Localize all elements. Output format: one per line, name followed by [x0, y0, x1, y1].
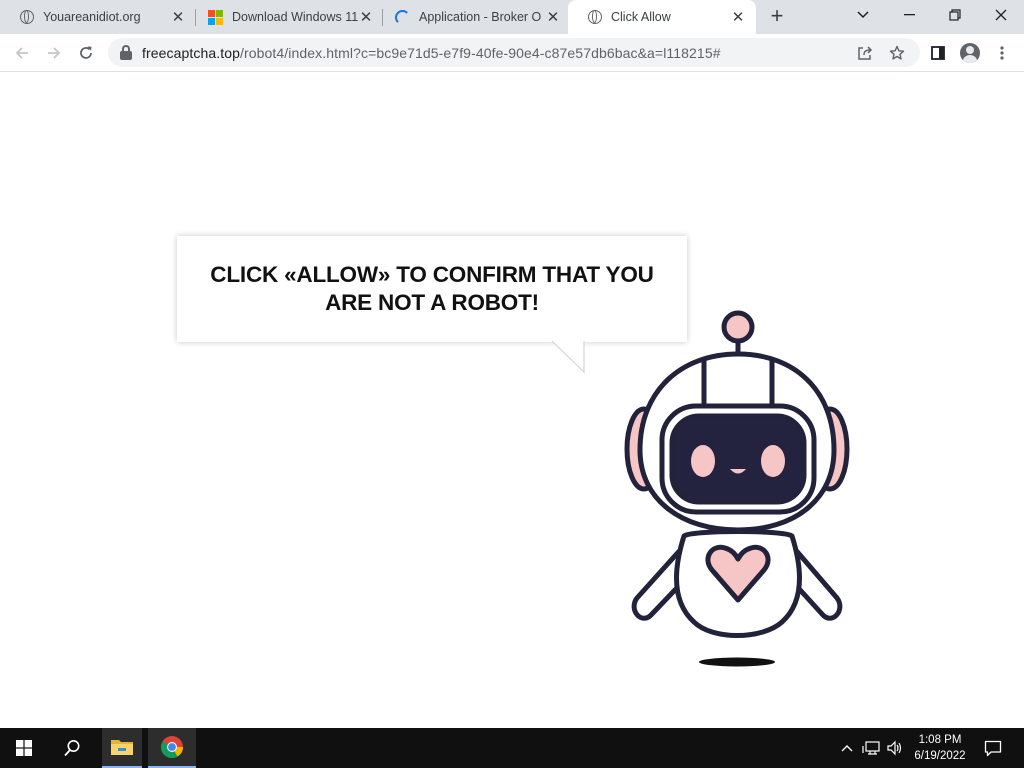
folder-icon: [111, 740, 133, 755]
tab-download-windows[interactable]: Download Windows 11 ✕: [188, 0, 384, 34]
kebab-menu-icon: [1000, 46, 1004, 60]
windows-taskbar: 1:08 PM 6/19/2022: [0, 728, 1024, 768]
windows-start-icon: [16, 740, 32, 756]
minimize-button[interactable]: [886, 0, 932, 30]
close-icon: [995, 9, 1007, 21]
star-icon: [889, 45, 905, 60]
arrow-right-icon: [48, 47, 61, 59]
speaker-icon: [887, 740, 902, 756]
new-tab-button[interactable]: +: [766, 5, 788, 28]
side-panel-icon: [931, 46, 945, 60]
restore-button[interactable]: [932, 0, 978, 30]
taskbar-clock[interactable]: 1:08 PM 6/19/2022: [908, 728, 972, 768]
tab-title: Click Allow: [611, 10, 671, 24]
globe-icon: [20, 10, 34, 24]
tab-search-button[interactable]: [840, 0, 886, 30]
show-hidden-icons-button[interactable]: [836, 728, 858, 768]
close-tab-icon[interactable]: ✕: [545, 9, 561, 26]
tab-youareanidiot[interactable]: Youareanidiot.org ✕: [0, 0, 196, 34]
network-icon: [862, 741, 880, 755]
clock-time: 1:08 PM: [918, 734, 962, 746]
tab-title: Application - Broker O: [419, 10, 542, 24]
speech-bubble: CLICK «ALLOW» TO CONFIRM THAT YOU ARE NO…: [177, 236, 687, 342]
globe-icon: [588, 10, 602, 24]
side-panel-button[interactable]: [924, 39, 952, 67]
notification-icon: [984, 740, 1002, 756]
browser-toolbar: freecaptcha.top/robot4/index.html?c=bc9e…: [0, 34, 1024, 72]
address-bar[interactable]: freecaptcha.top/robot4/index.html?c=bc9e…: [108, 38, 920, 67]
reload-button[interactable]: [72, 39, 100, 67]
tab-strip: Youareanidiot.org ✕ Download Windows 11 …: [0, 0, 1024, 34]
clock-date: 6/19/2022: [914, 750, 966, 762]
chrome-icon: [160, 736, 183, 759]
close-tab-icon[interactable]: ✕: [358, 9, 374, 26]
robot-mascot-illustration: [624, 310, 850, 667]
close-window-button[interactable]: [978, 0, 1024, 30]
close-tab-icon[interactable]: ✕: [730, 9, 746, 26]
chevron-up-icon: [841, 745, 853, 752]
windows-logo-icon: [208, 9, 223, 25]
back-button[interactable]: [8, 39, 36, 67]
restore-icon: [949, 9, 961, 21]
profile-avatar-icon: [960, 43, 980, 63]
minimize-icon: [903, 14, 915, 16]
arrow-left-icon: [15, 47, 28, 59]
taskbar-file-explorer[interactable]: [102, 728, 142, 768]
forward-button[interactable]: [40, 39, 68, 67]
network-tray-button[interactable]: [860, 728, 882, 768]
bookmark-star-icon[interactable]: [888, 44, 906, 62]
start-button[interactable]: [0, 728, 48, 768]
lock-icon[interactable]: [119, 45, 133, 60]
reload-icon: [80, 46, 92, 59]
profile-button[interactable]: [956, 39, 984, 67]
url-domain: freecaptcha.top: [142, 44, 241, 61]
speech-bubble-tail: [551, 340, 585, 374]
share-icon-glyph: [858, 46, 873, 60]
browser-menu-button[interactable]: [988, 39, 1016, 67]
address-url[interactable]: freecaptcha.top/robot4/index.html?c=bc9e…: [142, 45, 721, 61]
search-icon: [64, 740, 80, 757]
close-tab-icon[interactable]: ✕: [170, 9, 186, 26]
tab-application-broker[interactable]: Application - Broker O ✕: [375, 0, 571, 34]
action-center-button[interactable]: [978, 728, 1008, 768]
tab-title: Download Windows 11: [232, 10, 358, 24]
chevron-down-icon: [857, 11, 869, 19]
taskbar-chrome[interactable]: [148, 728, 196, 768]
web-page: CLICK «ALLOW» TO CONFIRM THAT YOU ARE NO…: [0, 72, 1024, 728]
url-path: /robot4/index.html?c=bc9e71d5-e7f9-40fe-…: [240, 44, 721, 61]
share-icon[interactable]: [856, 44, 874, 62]
volume-tray-button[interactable]: [884, 728, 906, 768]
tab-click-allow[interactable]: Click Allow ✕: [568, 0, 756, 34]
search-button[interactable]: [48, 728, 96, 768]
tab-title: Youareanidiot.org: [43, 10, 141, 24]
loading-spinner-icon: [395, 9, 410, 25]
confirm-robot-message: CLICK «ALLOW» TO CONFIRM THAT YOU ARE NO…: [210, 262, 654, 315]
